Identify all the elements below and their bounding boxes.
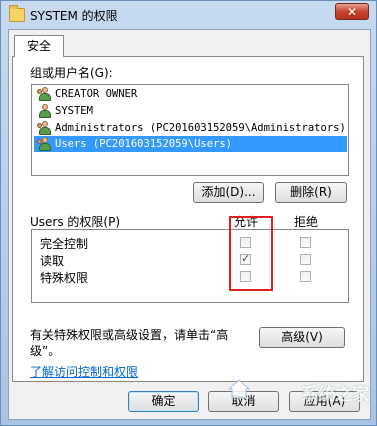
watermark: 系统之家 <box>301 385 369 405</box>
learn-access-control-link[interactable]: 了解访问控制和权限 <box>30 363 138 380</box>
deny-read-checkbox[interactable] <box>300 254 311 265</box>
permission-name: 完全控制 <box>40 237 89 251</box>
list-item-selected[interactable]: Users (PC201603152059\Users) <box>34 136 347 152</box>
remove-button[interactable]: 删除(R) <box>275 182 347 203</box>
window-title: SYSTEM 的权限 <box>30 9 118 23</box>
deny-special-checkbox[interactable] <box>300 271 311 282</box>
permissions-label: Users 的权限(P) <box>30 215 121 229</box>
tab-security[interactable]: 安全 <box>14 35 64 57</box>
permission-name: 读取 <box>40 254 65 268</box>
list-item[interactable]: Administrators (PC201603152059\Administr… <box>34 120 347 136</box>
watermark-logo-icon <box>228 379 250 399</box>
highlight-box <box>229 216 273 291</box>
advanced-hint-line1: 有关特殊权限或高级设置，请单击“高 <box>30 328 229 342</box>
deny-header: 拒绝 <box>294 215 319 229</box>
list-item-label: CREATOR OWNER <box>55 88 138 100</box>
advanced-button[interactable]: 高级(V) <box>259 327 345 348</box>
user-group-icon <box>37 87 51 101</box>
groups-label: 组或用户名(G): <box>30 66 113 80</box>
list-item-label: SYSTEM <box>55 105 93 117</box>
user-group-icon <box>37 121 51 135</box>
user-icon <box>37 104 51 118</box>
users-listbox[interactable]: CREATOR OWNER SYSTEM Administrators (PC2… <box>31 84 349 176</box>
permission-name: 特殊权限 <box>40 271 89 285</box>
folder-icon <box>9 5 25 22</box>
list-item-label: Administrators (PC201603152059\Administr… <box>55 122 346 134</box>
add-button[interactable]: 添加(D)... <box>193 182 264 203</box>
title-bar[interactable]: SYSTEM 的权限 ✕ <box>1 1 376 29</box>
list-item[interactable]: SYSTEM <box>34 103 347 119</box>
list-item[interactable]: CREATOR OWNER <box>34 86 347 102</box>
user-group-icon <box>37 137 51 151</box>
list-item-label: Users (PC201603152059\Users) <box>55 138 233 150</box>
deny-full-control-checkbox[interactable] <box>300 237 311 248</box>
close-button[interactable]: ✕ <box>335 3 369 20</box>
ok-button[interactable]: 确定 <box>128 391 199 412</box>
advanced-hint-line2: 级”。 <box>30 344 61 358</box>
